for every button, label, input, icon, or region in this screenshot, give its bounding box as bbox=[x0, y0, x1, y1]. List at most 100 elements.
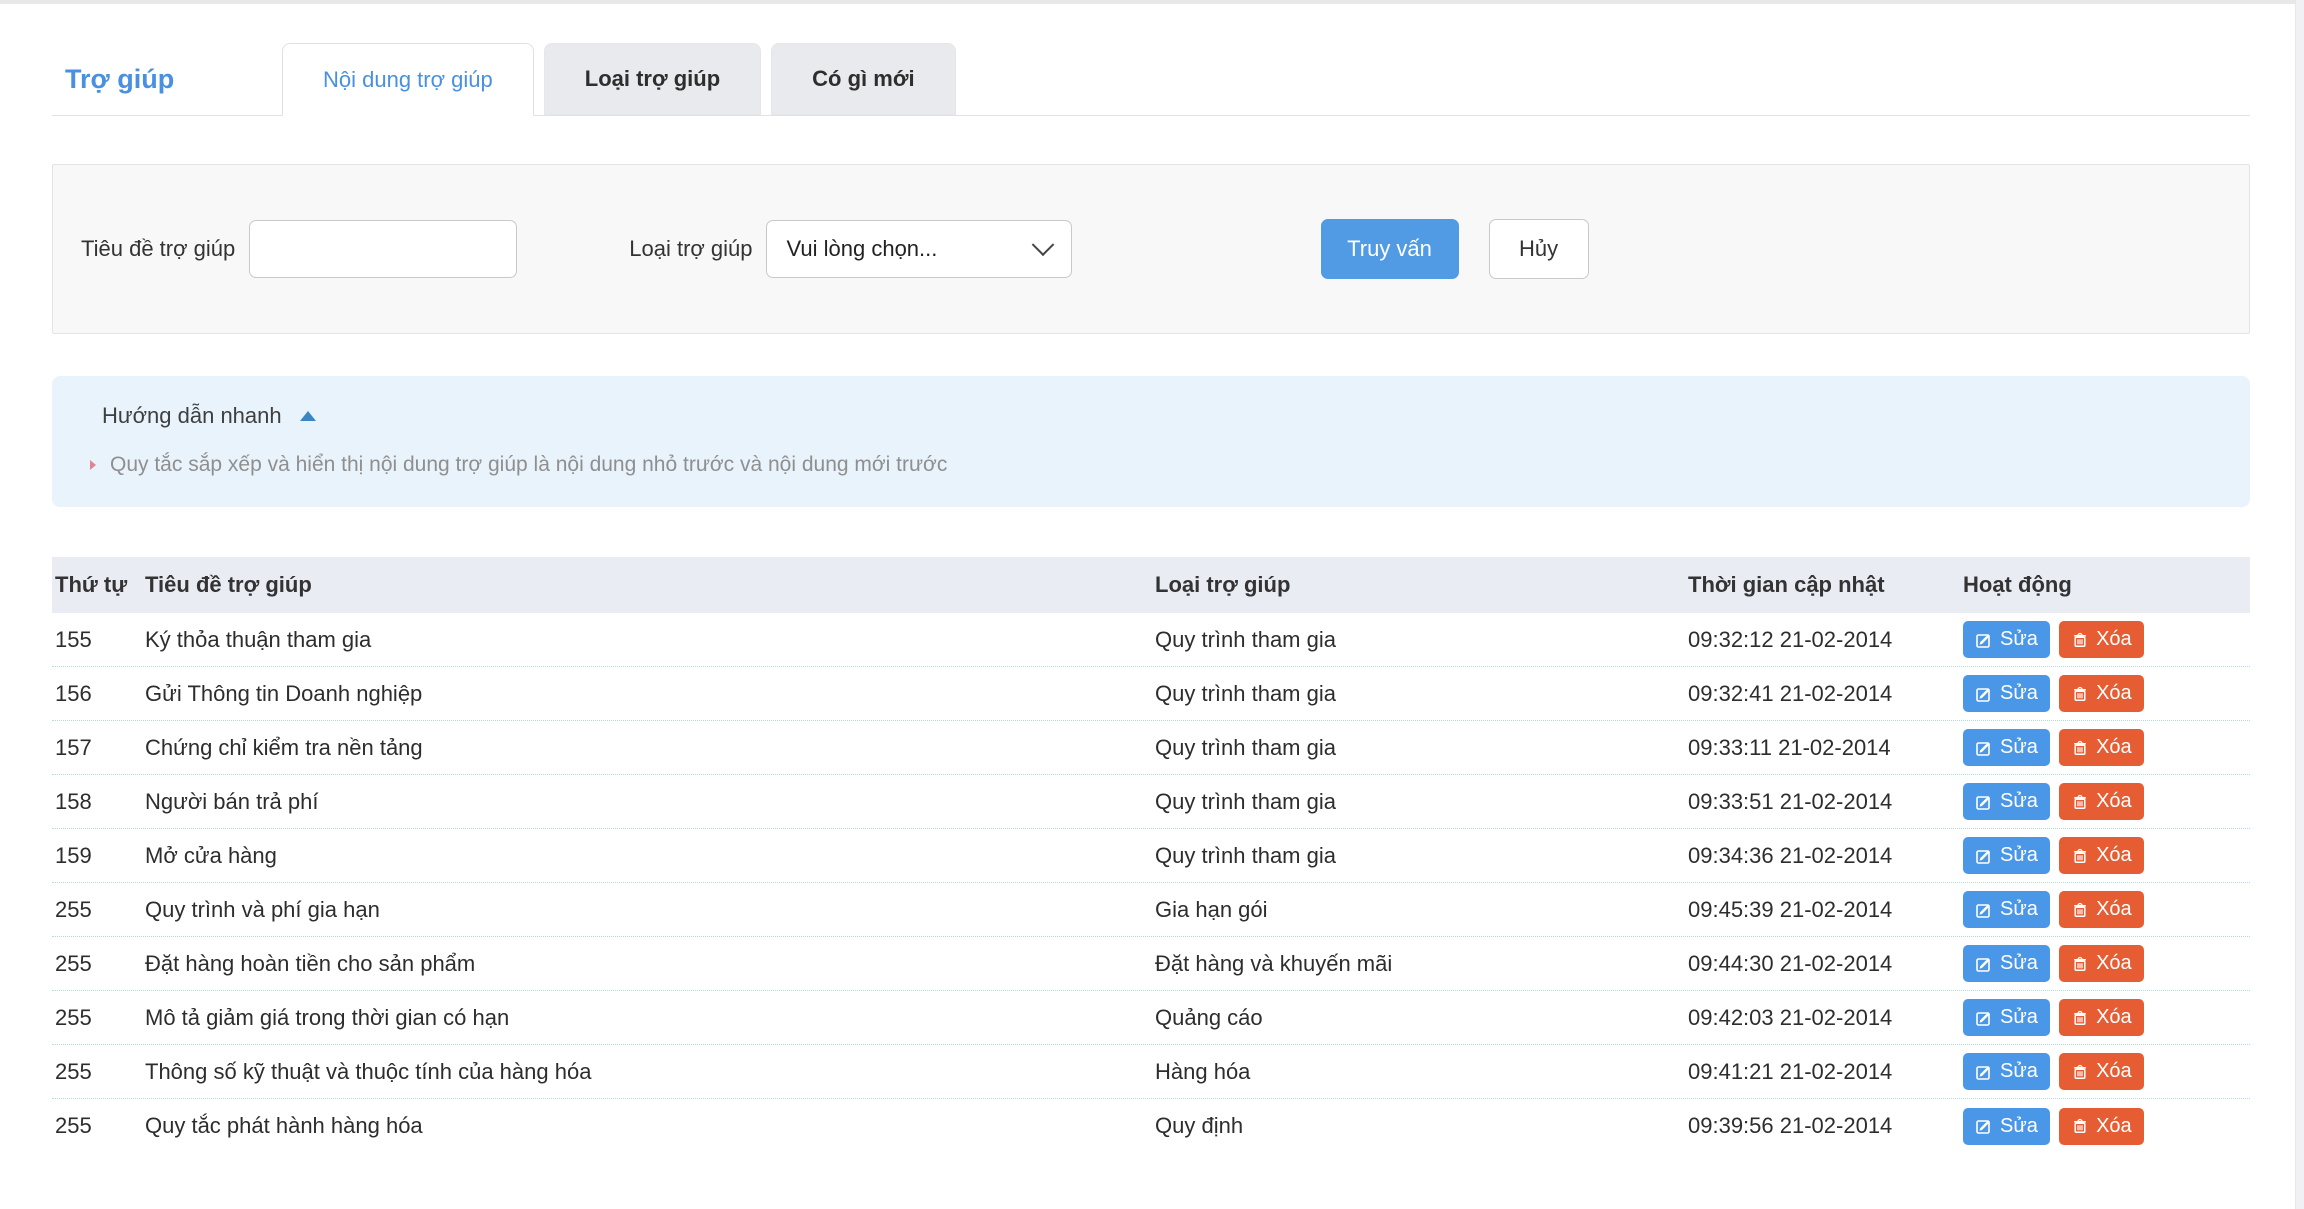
top-border-strip bbox=[0, 0, 2304, 4]
caret-up-icon[interactable] bbox=[300, 411, 316, 421]
help-type-selected-value: Vui lòng chọn... bbox=[787, 236, 1035, 262]
cell-actions: Sửa Xóa bbox=[1963, 945, 2250, 982]
edit-button[interactable]: Sửa bbox=[1963, 891, 2050, 928]
delete-button[interactable]: Xóa bbox=[2059, 783, 2144, 820]
cell-type: Quy trình tham gia bbox=[1155, 627, 1688, 653]
cell-order: 158 bbox=[55, 789, 145, 815]
edit-button-label: Sửa bbox=[2000, 790, 2038, 813]
edit-pencil-square-icon bbox=[1975, 1063, 1993, 1081]
trash-icon bbox=[2071, 1117, 2089, 1135]
trash-icon bbox=[2071, 1063, 2089, 1081]
cell-type: Gia hạn gói bbox=[1155, 897, 1688, 923]
trash-icon bbox=[2071, 793, 2089, 811]
cell-title: Mở cửa hàng bbox=[145, 843, 1155, 869]
cell-order: 156 bbox=[55, 681, 145, 707]
delete-button-label: Xóa bbox=[2096, 1006, 2132, 1029]
scrollbar[interactable] bbox=[2295, 0, 2304, 1209]
cell-order: 255 bbox=[55, 951, 145, 977]
trash-icon bbox=[2071, 901, 2089, 919]
cell-title: Đặt hàng hoàn tiền cho sản phẩm bbox=[145, 951, 1155, 977]
table-row: 156 Gửi Thông tin Doanh nghiệp Quy trình… bbox=[52, 667, 2250, 721]
edit-button-label: Sửa bbox=[2000, 898, 2038, 921]
trash-icon bbox=[2071, 847, 2089, 865]
cell-updated: 09:44:30 21-02-2014 bbox=[1688, 951, 1963, 977]
edit-button[interactable]: Sửa bbox=[1963, 1108, 2050, 1145]
table-row: 255 Mô tả giảm giá trong thời gian có hạ… bbox=[52, 991, 2250, 1045]
cell-title: Gửi Thông tin Doanh nghiệp bbox=[145, 681, 1155, 707]
cell-type: Quy trình tham gia bbox=[1155, 735, 1688, 761]
cell-updated: 09:39:56 21-02-2014 bbox=[1688, 1113, 1963, 1139]
help-title-input[interactable] bbox=[249, 220, 517, 278]
cell-updated: 09:34:36 21-02-2014 bbox=[1688, 843, 1963, 869]
col-header-order: Thứ tự bbox=[55, 572, 145, 598]
table-row: 159 Mở cửa hàng Quy trình tham gia 09:34… bbox=[52, 829, 2250, 883]
edit-button-label: Sửa bbox=[2000, 1060, 2038, 1083]
edit-button[interactable]: Sửa bbox=[1963, 999, 2050, 1036]
delete-button-label: Xóa bbox=[2096, 844, 2132, 867]
cell-type: Quy trình tham gia bbox=[1155, 681, 1688, 707]
delete-button[interactable]: Xóa bbox=[2059, 999, 2144, 1036]
help-type-select[interactable]: Vui lòng chọn... bbox=[766, 220, 1072, 278]
edit-button[interactable]: Sửa bbox=[1963, 675, 2050, 712]
edit-pencil-square-icon bbox=[1975, 631, 1993, 649]
edit-button[interactable]: Sửa bbox=[1963, 621, 2050, 658]
edit-button[interactable]: Sửa bbox=[1963, 729, 2050, 766]
cell-updated: 09:33:51 21-02-2014 bbox=[1688, 789, 1963, 815]
tab-bar: Trợ giúp Nội dung trợ giúp Loại trợ giúp… bbox=[52, 43, 2250, 116]
quick-guide-note: Quy tắc sắp xếp và hiển thị nội dung trợ… bbox=[90, 453, 2250, 477]
cell-order: 255 bbox=[55, 1005, 145, 1031]
edit-button-label: Sửa bbox=[2000, 682, 2038, 705]
cell-type: Quy trình tham gia bbox=[1155, 843, 1688, 869]
edit-pencil-square-icon bbox=[1975, 955, 1993, 973]
quick-guide-panel: Hướng dẫn nhanh Quy tắc sắp xếp và hiển … bbox=[52, 376, 2250, 507]
tab-whats-new[interactable]: Có gì mới bbox=[771, 43, 955, 115]
delete-button[interactable]: Xóa bbox=[2059, 1053, 2144, 1090]
delete-button-label: Xóa bbox=[2096, 898, 2132, 921]
cell-order: 255 bbox=[55, 1113, 145, 1139]
cell-type: Quy trình tham gia bbox=[1155, 789, 1688, 815]
quick-guide-title: Hướng dẫn nhanh bbox=[102, 403, 282, 429]
cell-order: 155 bbox=[55, 627, 145, 653]
cancel-button[interactable]: Hủy bbox=[1489, 219, 1589, 279]
delete-button[interactable]: Xóa bbox=[2059, 1108, 2144, 1145]
delete-button[interactable]: Xóa bbox=[2059, 729, 2144, 766]
cell-updated: 09:33:11 21-02-2014 bbox=[1688, 735, 1963, 761]
edit-button[interactable]: Sửa bbox=[1963, 945, 2050, 982]
cell-actions: Sửa Xóa bbox=[1963, 837, 2250, 874]
cell-updated: 09:42:03 21-02-2014 bbox=[1688, 1005, 1963, 1031]
cell-order: 255 bbox=[55, 897, 145, 923]
cell-title: Quy trình và phí gia hạn bbox=[145, 897, 1155, 923]
tab-help-type[interactable]: Loại trợ giúp bbox=[544, 43, 761, 115]
delete-button[interactable]: Xóa bbox=[2059, 945, 2144, 982]
trash-icon bbox=[2071, 955, 2089, 973]
tab-help-content[interactable]: Nội dung trợ giúp bbox=[282, 43, 534, 116]
edit-button[interactable]: Sửa bbox=[1963, 783, 2050, 820]
cell-type: Đặt hàng và khuyến mãi bbox=[1155, 951, 1688, 977]
edit-button[interactable]: Sửa bbox=[1963, 1053, 2050, 1090]
table-row: 157 Chứng chỉ kiểm tra nền tảng Quy trìn… bbox=[52, 721, 2250, 775]
delete-button[interactable]: Xóa bbox=[2059, 891, 2144, 928]
col-header-actions: Hoạt động bbox=[1963, 572, 2250, 598]
cell-order: 159 bbox=[55, 843, 145, 869]
cell-title: Ký thỏa thuận tham gia bbox=[145, 627, 1155, 653]
delete-button[interactable]: Xóa bbox=[2059, 675, 2144, 712]
filter-panel: Tiêu đề trợ giúp Loại trợ giúp Vui lòng … bbox=[52, 164, 2250, 334]
help-type-label: Loại trợ giúp bbox=[629, 236, 752, 262]
cell-actions: Sửa Xóa bbox=[1963, 1053, 2250, 1090]
help-table: Thứ tự Tiêu đề trợ giúp Loại trợ giúp Th… bbox=[52, 557, 2250, 1153]
cell-type: Quảng cáo bbox=[1155, 1005, 1688, 1031]
col-header-title: Tiêu đề trợ giúp bbox=[145, 572, 1155, 598]
cell-updated: 09:32:41 21-02-2014 bbox=[1688, 681, 1963, 707]
edit-button-label: Sửa bbox=[2000, 1006, 2038, 1029]
delete-button[interactable]: Xóa bbox=[2059, 837, 2144, 874]
edit-button[interactable]: Sửa bbox=[1963, 837, 2050, 874]
delete-button-label: Xóa bbox=[2096, 1115, 2132, 1138]
cell-actions: Sửa Xóa bbox=[1963, 999, 2250, 1036]
quick-guide-note-text: Quy tắc sắp xếp và hiển thị nội dung trợ… bbox=[110, 453, 947, 477]
col-header-updated: Thời gian cập nhật bbox=[1688, 572, 1963, 598]
trash-icon bbox=[2071, 1009, 2089, 1027]
delete-button[interactable]: Xóa bbox=[2059, 621, 2144, 658]
cell-actions: Sửa Xóa bbox=[1963, 891, 2250, 928]
query-button[interactable]: Truy vấn bbox=[1321, 219, 1459, 279]
trash-icon bbox=[2071, 631, 2089, 649]
